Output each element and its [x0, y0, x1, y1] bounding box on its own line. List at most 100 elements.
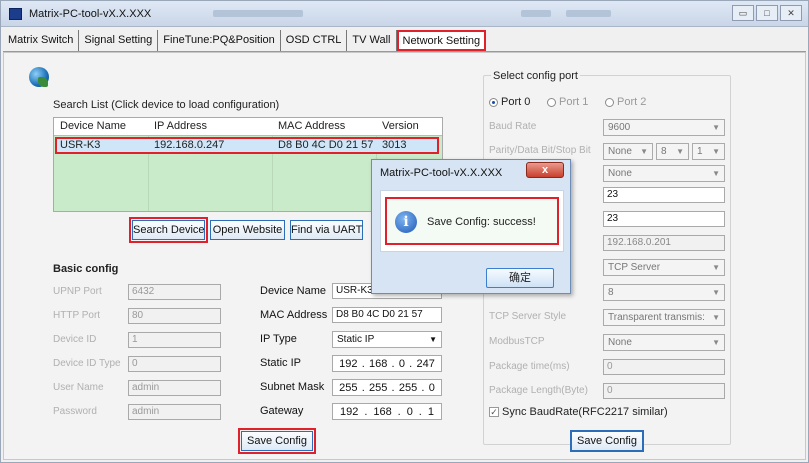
package-length-field[interactable]: 0	[603, 383, 725, 399]
data-bits-value: 8	[661, 146, 667, 157]
maximize-icon[interactable]: □	[756, 5, 778, 21]
window-title: Matrix-PC-tool-vX.X.XXX	[29, 8, 152, 20]
radio-dot-icon	[489, 97, 498, 107]
chevron-down-icon: ▼	[712, 147, 720, 156]
max-conn-select[interactable]: 8 ▼	[603, 284, 725, 301]
ip-octet: 247	[416, 357, 435, 370]
upnp-port-label: UPNP Port	[53, 286, 102, 297]
user-name-field[interactable]: admin	[128, 380, 221, 396]
dialog-message-box: i Save Config: success!	[385, 197, 559, 245]
sync-baudrate-checkbox[interactable]: ✓ Sync BaudRate(RFC2217 similar)	[489, 406, 668, 418]
work-mode-value: TCP Server	[608, 262, 661, 273]
blurred-title-segment	[213, 10, 303, 17]
package-time-field[interactable]: 0	[603, 359, 725, 375]
dialog-close-icon[interactable]: x	[526, 162, 564, 178]
search-list-title: Search List (Click device to load config…	[53, 99, 280, 111]
table-row[interactable]: USR-K3 192.168.0.247 D8 B0 4C D0 21 57 3…	[55, 137, 439, 154]
package-time-label: Package time(ms)	[489, 361, 570, 372]
tab-tv-wall[interactable]: TV Wall	[347, 30, 397, 51]
col-mac-address: MAC Address	[278, 120, 346, 132]
chevron-down-icon: ▼	[712, 263, 720, 272]
user-name-label: User Name	[53, 382, 104, 393]
ip-octet: 192	[339, 357, 358, 370]
stop-bit-select[interactable]: 1 ▼	[692, 143, 725, 160]
close-icon[interactable]: ✕	[780, 5, 802, 21]
device-id-field[interactable]: 1	[128, 332, 221, 348]
port-0-radio[interactable]: Port 0	[489, 96, 530, 108]
mac-address-field[interactable]: D8 B0 4C D0 21 57	[332, 307, 442, 323]
tab-network-setting[interactable]: Network Setting	[396, 30, 487, 51]
flow-control-value: None	[608, 168, 632, 179]
tab-signal-setting[interactable]: Signal Setting	[79, 30, 159, 51]
app-icon	[9, 8, 22, 20]
chevron-down-icon: ▼	[640, 147, 648, 156]
modbus-value: None	[608, 337, 632, 348]
tab-osd-ctrl[interactable]: OSD CTRL	[281, 30, 348, 51]
ip-octet: 255	[368, 381, 388, 394]
http-port-field[interactable]: 80	[128, 308, 221, 324]
ip-octet: 0	[428, 381, 435, 394]
cell-mac-address: D8 B0 4C D0 21 57	[278, 139, 374, 151]
remote-port-field[interactable]: 23	[603, 211, 725, 227]
network-globe-icon	[29, 67, 49, 87]
chevron-down-icon: ▼	[676, 147, 684, 156]
server-style-select[interactable]: Transparent transmis: ▼	[603, 309, 725, 326]
server-style-label: TCP Server Style	[489, 311, 567, 322]
sync-baudrate-label: Sync BaudRate(RFC2217 similar)	[502, 406, 668, 418]
ip-octet: 192	[339, 405, 359, 418]
password-label: Password	[53, 406, 97, 417]
port-save-config-button[interactable]: Save Config	[570, 430, 644, 452]
port-1-radio[interactable]: Port 1	[547, 96, 588, 108]
local-port-field[interactable]: 23	[603, 187, 725, 203]
tab-matrix-switch[interactable]: Matrix Switch	[3, 30, 80, 51]
minimize-icon[interactable]: ▭	[732, 5, 754, 21]
work-mode-select[interactable]: TCP Server ▼	[603, 259, 725, 276]
flow-control-select[interactable]: None ▼	[603, 165, 725, 182]
parity-select[interactable]: None ▼	[603, 143, 653, 160]
ip-type-label: IP Type	[260, 333, 297, 345]
tab-finetune[interactable]: FineTune:PQ&Position	[158, 30, 281, 51]
stop-bit-value: 1	[697, 146, 703, 157]
subnet-mask-input[interactable]: 255. 255. 255. 0	[332, 379, 442, 396]
port-1-label: Port 1	[559, 96, 589, 108]
window-controls: ▭ □ ✕	[732, 5, 802, 21]
chevron-down-icon: ▼	[712, 288, 720, 297]
dialog-message: Save Config: success!	[427, 216, 536, 228]
remote-ip-field[interactable]: 192.168.0.201	[603, 235, 725, 251]
ip-octet: 0	[406, 405, 413, 418]
tab-bar: Matrix Switch Signal Setting FineTune:PQ…	[3, 30, 806, 52]
gateway-input[interactable]: 192. 168. 0. 1	[332, 403, 442, 420]
dialog-body: i Save Config: success!	[380, 190, 564, 252]
search-device-button[interactable]: Search Device	[129, 217, 208, 243]
data-bits-select[interactable]: 8 ▼	[656, 143, 689, 160]
ip-type-select[interactable]: Static IP ▼	[332, 331, 442, 348]
ip-octet: 255	[339, 381, 358, 394]
device-list-header: Device Name IP Address MAC Address Versi…	[54, 118, 442, 136]
device-id-type-field[interactable]: 0	[128, 356, 221, 372]
ip-octet: 0	[398, 357, 405, 370]
ip-octet: 255	[398, 381, 418, 394]
find-via-uart-button[interactable]: Find via UART	[290, 220, 363, 240]
ip-octet: 168	[373, 405, 392, 418]
checkbox-icon: ✓	[489, 407, 499, 417]
ip-octet: 1	[427, 405, 434, 418]
gateway-label: Gateway	[260, 405, 304, 417]
device-id-label: Device ID	[53, 334, 97, 345]
chevron-down-icon: ▼	[429, 335, 437, 344]
upnp-port-field[interactable]: 6432	[128, 284, 221, 300]
config-port-title: Select config port	[491, 70, 580, 82]
cell-ip-address: 192.168.0.247	[154, 139, 225, 151]
save-config-button[interactable]: Save Config	[238, 428, 316, 454]
dialog-ok-button[interactable]: 确定	[486, 268, 554, 288]
modbus-select[interactable]: None ▼	[603, 334, 725, 351]
baud-rate-select[interactable]: 9600 ▼	[603, 119, 725, 136]
blurred-title-segment	[521, 10, 551, 17]
static-ip-input[interactable]: 192. 168. 0. 247	[332, 355, 442, 372]
password-field[interactable]: admin	[128, 404, 221, 420]
cell-version: 3013	[382, 139, 407, 151]
radio-dot-icon	[547, 97, 556, 107]
message-dialog: Matrix-PC-tool-vX.X.XXX x i Save Config:…	[371, 159, 571, 294]
port-2-radio[interactable]: Port 2	[605, 96, 646, 108]
open-website-button[interactable]: Open Website	[210, 220, 285, 240]
ip-type-value: Static IP	[337, 334, 375, 345]
